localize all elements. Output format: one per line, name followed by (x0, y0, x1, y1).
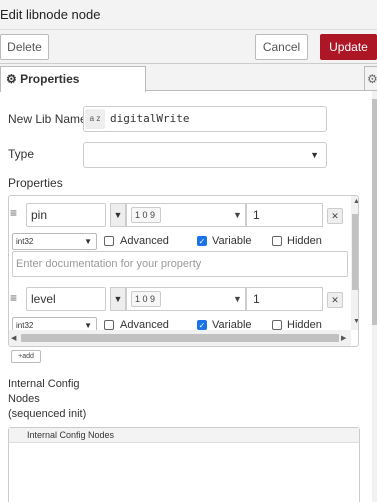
properties-list: ≡ pin ▼ 1 0 9 ▼ 1 ✕ int32 ▼ Advanced ✓ V… (8, 195, 359, 347)
hidden-checkbox[interactable] (272, 320, 282, 330)
lib-name-label: New Lib Name (8, 112, 87, 126)
internal-config-list: Internal Config Nodes (8, 427, 360, 502)
internal-config-label-line: Internal Config (8, 378, 80, 390)
scroll-down-icon[interactable]: ▼ (353, 318, 358, 325)
internal-config-label-line: Nodes (8, 393, 40, 405)
properties-vertical-scrollbar[interactable]: ▲ ▼ (351, 196, 358, 330)
cancel-button[interactable]: Cancel (255, 34, 308, 60)
variable-checkbox[interactable]: ✓ (197, 236, 207, 246)
tab-properties-label: Properties (20, 72, 80, 86)
typed-input-type-button[interactable]: ▼ (110, 287, 126, 311)
delete-button[interactable]: Delete (0, 34, 49, 60)
internal-config-label: Internal Config Nodes (sequenced init) (8, 377, 86, 422)
typed-input-type-button[interactable]: ▼ (110, 203, 126, 227)
dialog-scroll-thumb[interactable] (372, 99, 377, 325)
internal-config-label-line: (sequenced init) (8, 408, 87, 420)
property-name-input[interactable]: level (26, 287, 106, 311)
horizontal-scroll-thumb[interactable] (21, 334, 339, 342)
variable-label: Variable (212, 235, 252, 247)
property-value-input[interactable]: 1 (246, 203, 323, 227)
datatype-select-value: int32 (16, 321, 34, 330)
property-value-input[interactable]: 1 (246, 287, 323, 311)
chevron-down-icon: ▼ (310, 150, 319, 160)
tab-settings-gear-icon[interactable]: ⚙ (364, 66, 377, 90)
dialog-scrollbar[interactable] (372, 91, 377, 502)
chevron-down-icon: ▼ (233, 294, 242, 304)
update-button[interactable]: Update (320, 34, 377, 60)
property-value-type-select[interactable]: 1 0 9 ▼ (126, 203, 246, 227)
number-type-icon: 1 0 9 (131, 207, 161, 223)
hidden-checkbox[interactable] (272, 236, 282, 246)
tab-properties[interactable]: ⚙ Properties (0, 66, 146, 92)
properties-horizontal-scrollbar[interactable]: ◀ ▶ (9, 330, 351, 346)
type-label: Type (8, 147, 35, 161)
properties-label: Properties (8, 176, 63, 190)
scroll-left-icon[interactable]: ◀ (11, 334, 16, 342)
drag-handle-icon[interactable]: ≡ (10, 206, 24, 220)
datatype-select[interactable]: int32 ▼ (12, 233, 97, 250)
gear-icon: ⚙ (6, 72, 17, 86)
type-select[interactable]: ▼ (83, 142, 327, 168)
scroll-up-icon[interactable]: ▲ (353, 198, 358, 205)
advanced-checkbox[interactable] (104, 320, 114, 330)
advanced-checkbox[interactable] (104, 236, 114, 246)
dialog-title: Edit libnode node (0, 7, 101, 22)
chevron-down-icon: ▼ (84, 237, 92, 246)
chevron-down-icon: ▼ (233, 210, 242, 220)
internal-config-header: Internal Config Nodes (9, 428, 359, 443)
vertical-scroll-thumb[interactable] (352, 214, 358, 290)
number-type-icon: 1 0 9 (131, 291, 161, 307)
dialog-title-bar: Edit libnode node (0, 0, 377, 30)
lib-name-input[interactable]: digitalWrite (83, 106, 327, 132)
dialog-button-bar: Delete Cancel Update (0, 30, 377, 64)
documentation-input[interactable]: Enter documentation for your property (12, 251, 348, 277)
variable-checkbox[interactable]: ✓ (197, 320, 207, 330)
datatype-select-value: int32 (16, 237, 34, 246)
az-type-icon: a z (85, 109, 105, 129)
az-type-icon-text: a z (89, 114, 101, 123)
scroll-right-icon[interactable]: ▶ (341, 334, 346, 342)
property-value-type-select[interactable]: 1 0 9 ▼ (126, 287, 246, 311)
drag-handle-icon[interactable]: ≡ (10, 291, 24, 305)
property-name-input[interactable]: pin (26, 203, 106, 227)
advanced-label: Advanced (120, 235, 169, 247)
remove-property-button[interactable]: ✕ (327, 208, 343, 224)
tab-strip: ⚙ Properties ⚙ (0, 64, 377, 92)
remove-property-button[interactable]: ✕ (327, 292, 343, 308)
hidden-label: Hidden (287, 235, 322, 247)
add-property-button[interactable]: +add (11, 350, 41, 363)
